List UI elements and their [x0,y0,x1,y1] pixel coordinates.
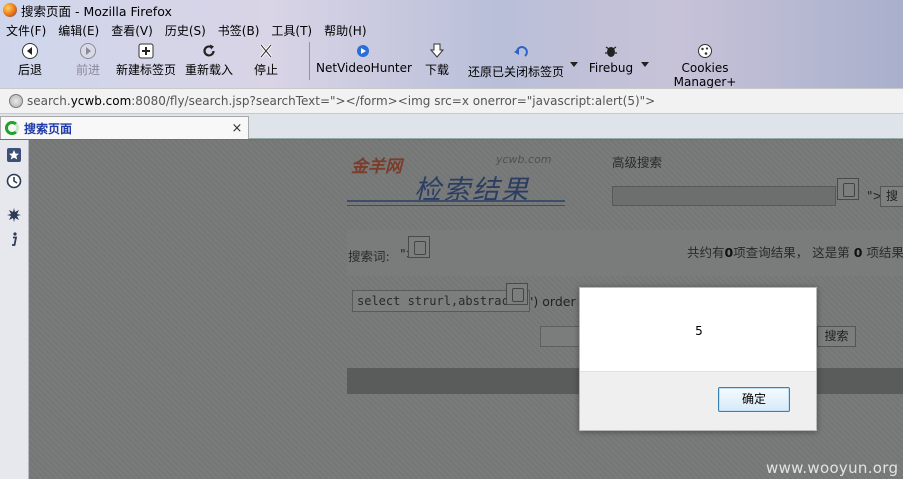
sql-text-box: select strurl,abstrac [352,290,530,312]
keyword-label: 搜索词: [348,249,390,264]
netvideohunter-button[interactable]: NetVideoHunter [316,43,412,75]
close-tab-icon[interactable]: × [229,121,245,136]
firefox-logo-icon [3,3,17,17]
sidebar [0,140,29,479]
new-tab-label: 新建标签页 [115,63,176,77]
sql-tail-text: ') order [530,294,576,309]
forward-arrow-icon [80,43,96,59]
firebug-label: Firebug [588,61,634,75]
new-tab-button[interactable]: 新建标签页 [114,43,178,78]
gear-burst-icon[interactable] [6,207,22,223]
ok-button[interactable]: 确定 [718,387,790,412]
logo-domain: ycwb.com [496,153,552,166]
menu-tools[interactable]: 工具(T) [265,22,318,40]
cookies-manager-icon [698,44,712,58]
menu-bar: 文件(F) 编辑(E) 查看(V) 历史(S) 书签(B) 工具(T) 帮助(H… [0,22,373,40]
netvideohunter-icon [357,45,369,57]
watermark: www.wooyun.org [766,459,899,477]
stop-x-icon [259,44,273,58]
url-domain: ycwb.com [70,94,132,108]
logo-rule [347,200,565,202]
window-title: 搜索页面 - Mozilla Firefox [21,3,172,19]
logo-brand: 金羊网 [351,157,402,177]
advanced-search-button[interactable]: 搜 [880,186,903,207]
firebug-button[interactable]: Firebug [587,43,635,75]
tab-strip: 搜索页面 × [0,114,903,139]
cookies-manager-button[interactable]: Cookies Manager+ [655,43,755,89]
broken-image-icon [506,283,528,305]
url-suffix: :8080/fly/search.jsp?searchText="></form… [131,94,656,108]
forward-button[interactable]: 前进 [72,43,104,78]
bookmark-star-icon[interactable] [6,147,22,163]
tab-search-page[interactable]: 搜索页面 × [0,116,249,139]
tab-title: 搜索页面 [24,121,73,136]
firebug-bug-icon [605,46,617,57]
menu-help[interactable]: 帮助(H) [318,22,372,40]
undo-tab-icon [514,46,528,57]
back-button[interactable]: 后退 [14,43,46,78]
broken-image-icon [837,178,859,200]
history-clock-icon[interactable] [6,173,22,189]
stop-label: 停止 [253,63,278,77]
reload-label: 重新载入 [184,63,233,77]
firebug-dropdown-arrow[interactable] [641,62,649,67]
url-bar[interactable]: search.ycwb.com:8080/fly/search.jsp?sear… [0,88,903,114]
result-mid: 项查询结果， 这是第 [733,245,850,260]
stop-button[interactable]: 停止 [250,43,282,78]
result-prefix: 共约有 [687,245,725,260]
search-input[interactable] [540,326,580,347]
info-icon[interactable] [6,231,22,247]
site-identity-globe-icon[interactable] [9,94,23,108]
back-label: 后退 [17,63,42,77]
result-page: 0 [853,245,863,260]
url-text[interactable]: search.ycwb.com:8080/fly/search.jsp?sear… [27,94,655,108]
toolbar-separator [309,42,310,80]
broken-image-icon [408,236,430,258]
search-button[interactable]: 搜索 [817,326,856,347]
alert-message: 5 [695,324,703,338]
restore-closed-tab-button[interactable]: 还原已关闭标签页 [465,43,567,80]
reload-button[interactable]: 重新载入 [183,43,235,78]
browser-chrome: 搜索页面 - Mozilla Firefox 文件(F) 编辑(E) 查看(V)… [0,0,903,89]
back-arrow-icon [22,43,38,59]
menu-file[interactable]: 文件(F) [0,22,52,40]
loading-throbber-icon [5,121,19,135]
netvideohunter-label: NetVideoHunter [316,61,412,75]
download-arrow-icon [429,43,445,58]
result-suffix: 项结果 [866,245,903,260]
forward-label: 前进 [75,63,100,77]
result-summary: 共约有0项查询结果， 这是第 0 项结果 [687,242,903,261]
menu-bookmarks[interactable]: 书签(B) [212,22,266,40]
menu-view[interactable]: 查看(V) [105,22,159,40]
result-count: 0 [724,245,734,260]
title-bar: 搜索页面 - Mozilla Firefox [0,0,903,20]
url-prefix: search. [27,94,71,108]
download-label: 下载 [424,63,449,77]
logo-rule-thin [347,205,565,206]
alert-dialog: 5 确定 [579,287,817,431]
cookies-manager-label: Cookies Manager+ [673,61,737,89]
menu-edit[interactable]: 编辑(E) [52,22,105,40]
advanced-search-link[interactable]: 高级搜索 [612,152,662,171]
navigation-toolbar: 后退 前进 新建标签页 重新载入 停止 NetVideoHunter 下载 还原… [0,40,903,89]
restore-closed-tab-label: 还原已关闭标签页 [467,65,564,79]
new-tab-icon [138,43,154,59]
menu-history[interactable]: 历史(S) [159,22,212,40]
advanced-search-input[interactable] [612,186,836,206]
download-button[interactable]: 下载 [421,43,453,78]
restore-tab-dropdown-arrow[interactable] [570,62,578,67]
reload-icon [203,44,215,57]
